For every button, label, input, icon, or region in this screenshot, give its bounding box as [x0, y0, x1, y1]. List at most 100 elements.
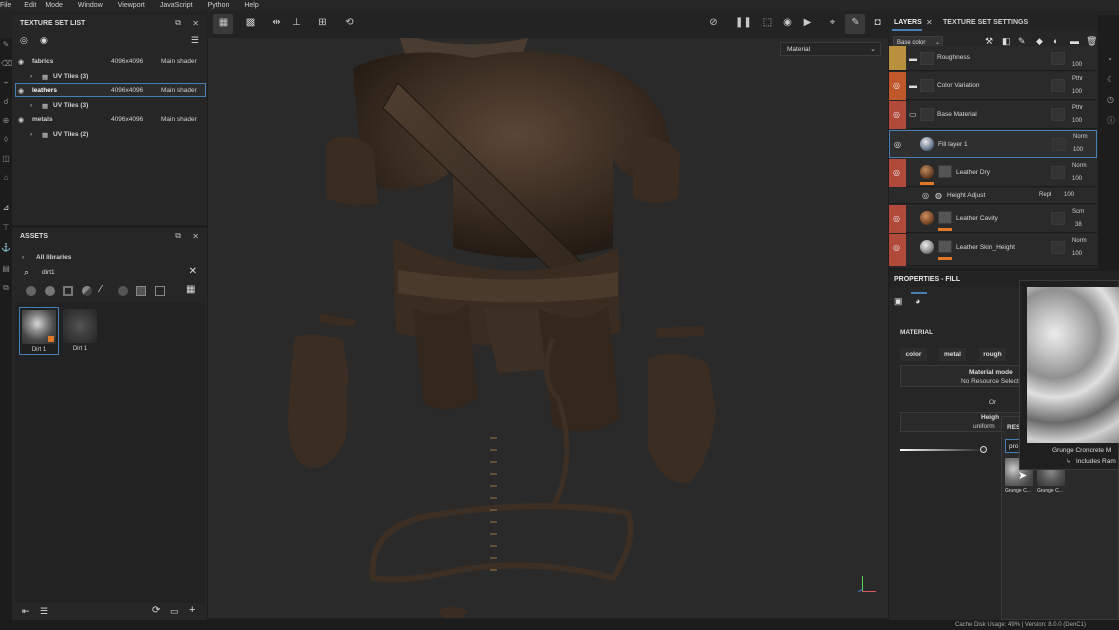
chevron-right-icon[interactable]: ›	[30, 131, 42, 138]
layer-row[interactable]: ◎ ▬ Color Variation Pthr 100	[889, 72, 1097, 100]
env-icon[interactable]: ◉	[782, 17, 793, 28]
float-icon[interactable]: ⧉	[175, 231, 181, 241]
grid-size-icon[interactable]: ▦	[186, 284, 195, 295]
menu-window[interactable]: Window	[78, 2, 103, 9]
folder-icon[interactable]: ▭	[170, 606, 179, 617]
layer-visibility[interactable]: ◎	[889, 205, 906, 233]
eraser-tool-icon[interactable]: ⌫	[1, 59, 12, 69]
asset-thumbnail[interactable]: Dirt 1	[61, 307, 101, 355]
grid-icon[interactable]: ▦	[218, 17, 229, 28]
menu-mode[interactable]: Mode	[45, 2, 63, 9]
display-icon[interactable]: ☾	[1107, 75, 1114, 84]
layer-blend-mode[interactable]: Norm	[1072, 163, 1087, 169]
pause-icon[interactable]: ❚❚	[735, 17, 752, 28]
layer-row[interactable]: ◎ ▭ Base Material Pthr 100	[889, 101, 1097, 129]
library-selector[interactable]: › All libraries	[22, 251, 192, 264]
layer-blend-mode[interactable]: Pthr	[1072, 76, 1083, 82]
asset-search-bar[interactable]: ⌕ dirt1 ✕	[20, 266, 203, 280]
eye-icon[interactable]: ◎	[893, 81, 900, 90]
chevron-right-icon[interactable]: ›	[30, 102, 42, 109]
geometry-mask-icon[interactable]: ◫	[1, 154, 11, 164]
close-icon[interactable]: ✕	[926, 18, 933, 27]
texture-filter-icon[interactable]	[63, 286, 73, 296]
add-icon[interactable]: +	[189, 604, 195, 616]
layer-effect-row[interactable]: ◎ ◍ Height Adjust Repl 100	[889, 188, 1097, 204]
menu-viewport[interactable]: Viewport	[118, 2, 145, 9]
symmetry-icon[interactable]: ⇹	[271, 17, 282, 28]
menu-python[interactable]: Python	[208, 2, 230, 9]
height-slider[interactable]	[900, 446, 988, 453]
sphere-filter-icon[interactable]	[26, 286, 36, 296]
align-icon[interactable]: ⊥	[291, 17, 302, 28]
layer-opacity[interactable]: 100	[1073, 147, 1083, 153]
material-mode-slot[interactable]: Material mode No Resource Select	[900, 365, 1020, 387]
layer-row[interactable]: ▬ Roughness 100	[889, 46, 1097, 71]
close-icon[interactable]: ✕	[192, 19, 199, 28]
layer-row-selected[interactable]: ◎ Fill layer 1 Norm 100	[889, 130, 1097, 158]
eye-icon[interactable]: ◎	[893, 243, 900, 252]
video-icon[interactable]: ▶	[802, 17, 813, 28]
menu-edit[interactable]: Edit	[24, 2, 36, 9]
menu-file[interactable]: File	[0, 2, 11, 9]
screenshot-icon[interactable]: ◘	[872, 17, 883, 28]
close-icon[interactable]: ✕	[192, 232, 199, 241]
uv-grid-icon[interactable]: ▩	[245, 17, 256, 28]
visibility-icon[interactable]: ◎	[20, 35, 28, 46]
material-sphere-icon[interactable]: ◕	[915, 296, 920, 306]
alpha-filter-icon[interactable]	[136, 286, 146, 296]
uv-tiles-row[interactable]: › ▦ UV Tiles (3)	[30, 70, 200, 83]
layer-blend-mode[interactable]: Norm	[1073, 134, 1088, 140]
fill-properties-icon[interactable]: ▣	[894, 296, 903, 307]
eye-icon[interactable]: ◉	[18, 116, 32, 124]
polygon-fill-icon[interactable]: ⊿	[1, 203, 11, 213]
search-input[interactable]: dirt1	[42, 269, 55, 276]
texture-set-row[interactable]: ◉ metals 4096x4096 Main shader	[15, 113, 205, 126]
layer-visibility[interactable]	[889, 46, 906, 70]
tab-layers[interactable]: LAYERS	[894, 19, 922, 26]
eye-icon[interactable]: ◎	[893, 214, 900, 223]
paint-tool-icon[interactable]: ✎	[1, 40, 11, 50]
eye-icon[interactable]: ◎	[894, 140, 901, 149]
eye-icon[interactable]: ◎	[922, 191, 929, 200]
eye-icon[interactable]: ◉	[18, 87, 32, 95]
settings-list-icon[interactable]: ☰	[191, 35, 199, 46]
hide-icon[interactable]: ⊘	[708, 17, 719, 28]
layer-opacity[interactable]: 100	[1072, 176, 1082, 182]
layer-blend-mode[interactable]: Norm	[1072, 238, 1087, 244]
folder-icon[interactable]: ▬	[1070, 36, 1079, 46]
eye-icon[interactable]: ◎	[893, 168, 900, 177]
projection-tool-icon[interactable]: ⌁	[1, 78, 11, 88]
environment-filter-icon[interactable]	[118, 286, 128, 296]
layer-opacity[interactable]: 100	[1072, 89, 1082, 95]
brush-filter-icon[interactable]: ⁄	[100, 284, 102, 295]
clone-tool-icon[interactable]: ⊕	[1, 116, 11, 126]
picker-tool-icon[interactable]: ◊	[1, 135, 11, 145]
layer-blend-mode[interactable]: Pthr	[1072, 105, 1083, 111]
doc-tool-icon[interactable]: ▤	[1, 264, 11, 274]
layer-opacity[interactable]: 100	[1072, 251, 1082, 257]
uv-tiles-row[interactable]: › ▦ UV Tiles (2)	[30, 128, 200, 141]
show-all-icon[interactable]: ◉	[40, 35, 48, 46]
layer-opacity[interactable]: 38	[1075, 222, 1082, 228]
clear-search-icon[interactable]: ✕	[189, 266, 197, 277]
layer-visibility[interactable]: ◎	[889, 72, 906, 100]
eye-icon[interactable]: ◎	[893, 110, 900, 119]
color-channel-toggle[interactable]: color	[900, 348, 927, 361]
list-view-icon[interactable]: ☰	[40, 606, 48, 617]
effect-blend-mode[interactable]: Repl	[1039, 192, 1051, 198]
smudge-tool-icon[interactable]: ☌	[1, 97, 11, 107]
layer-blend-mode[interactable]: Scrn	[1072, 209, 1084, 215]
chevron-right-icon[interactable]: ›	[30, 73, 42, 80]
anchor-tool-icon[interactable]: ⚓	[1, 243, 11, 253]
measure-tool-icon[interactable]: ⊤	[1, 223, 11, 233]
layer-visibility[interactable]: ◎	[890, 131, 907, 159]
brush-icon[interactable]: ✎	[850, 17, 861, 28]
texture-set-row[interactable]: ◉ fabrics 4096x4096 Main shader	[15, 55, 205, 68]
mask-filter-icon[interactable]	[82, 286, 92, 296]
layer-visibility[interactable]: ◎	[889, 159, 906, 187]
layer-opacity[interactable]: 100	[1072, 62, 1082, 68]
layers-tool-icon[interactable]: ⧉	[1, 283, 11, 293]
eye-icon[interactable]: ◉	[18, 58, 32, 66]
asset-thumbnail[interactable]: Dirt 1	[19, 307, 59, 355]
smart-material-filter-icon[interactable]	[45, 286, 55, 296]
